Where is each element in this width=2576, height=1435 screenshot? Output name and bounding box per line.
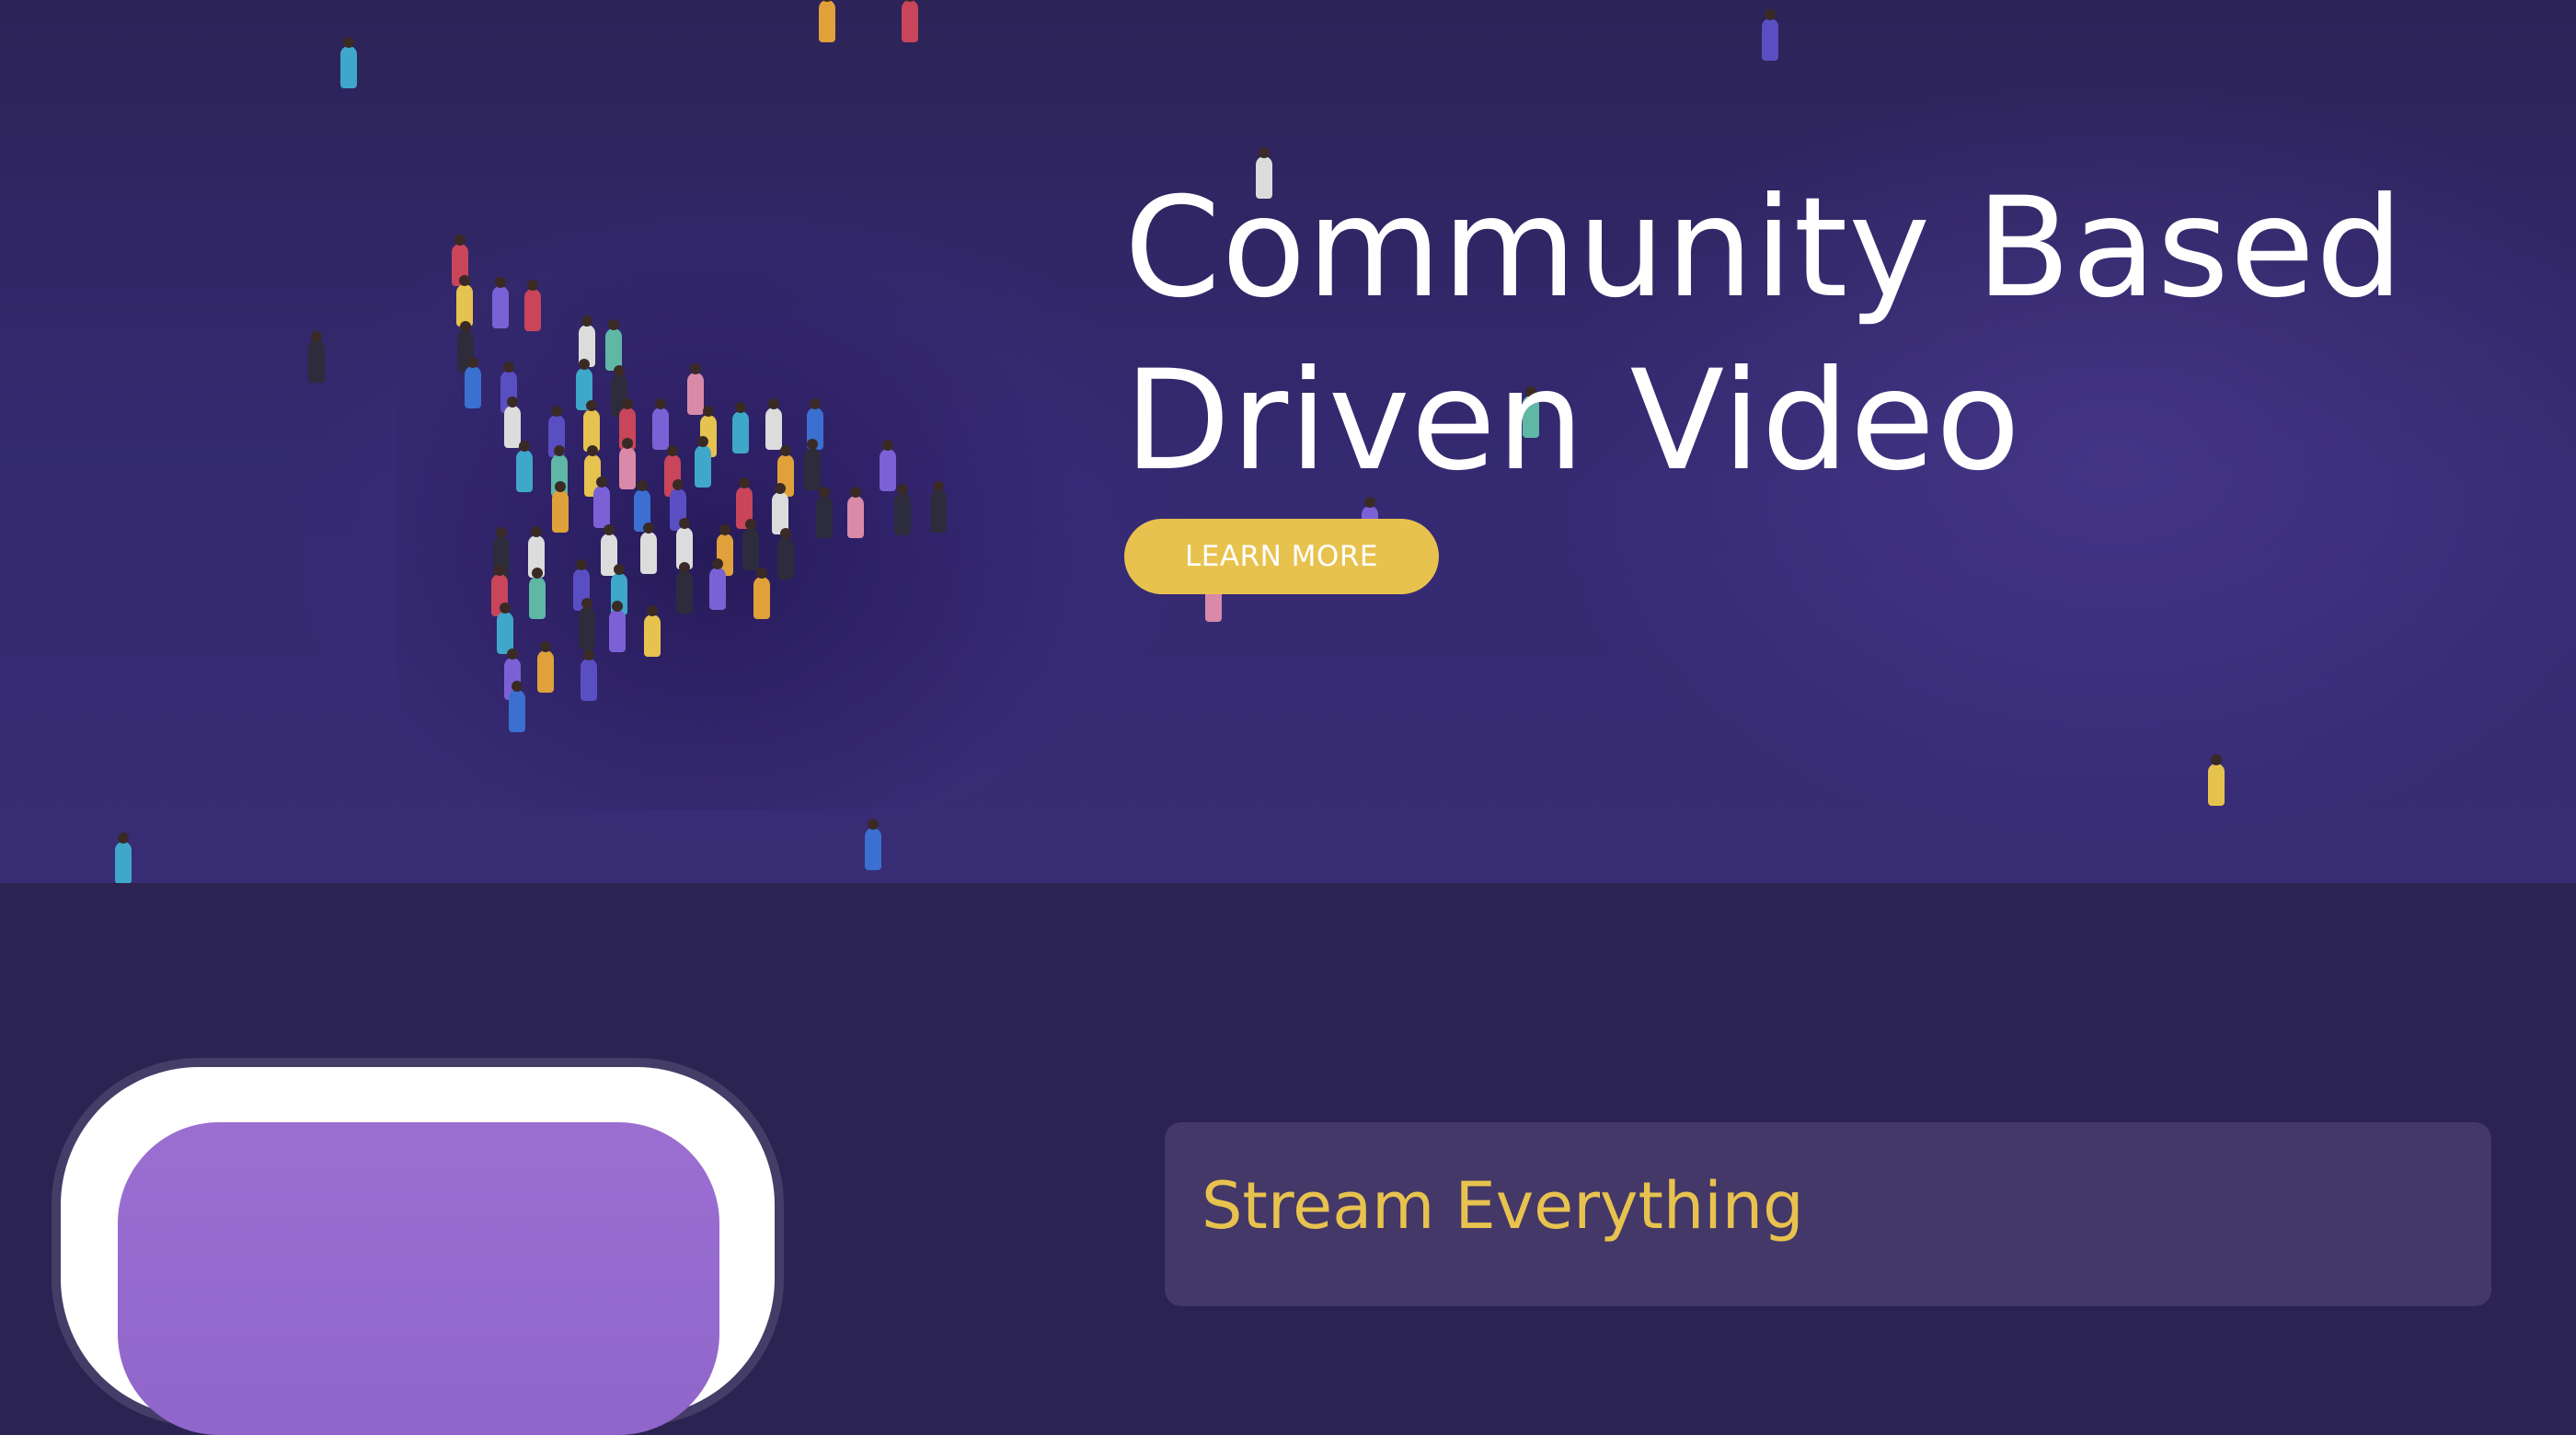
- crowd-person: [930, 480, 948, 533]
- crowd-person: [893, 484, 911, 536]
- hero-title-line2: Driven Video: [1124, 341, 2021, 501]
- device-mockup: [61, 1067, 775, 1435]
- crowd-person: [516, 441, 534, 493]
- crowd-person: [742, 519, 760, 571]
- crowd-person: [592, 476, 610, 529]
- scattered-person: [1762, 9, 1778, 61]
- scattered-person: [115, 832, 132, 883]
- crowd-person: [815, 486, 833, 538]
- crowd-person: [675, 561, 693, 614]
- hero-title-line1: Community Based: [1124, 168, 2405, 328]
- scattered-person: [2208, 754, 2225, 806]
- crowd-person: [709, 557, 727, 610]
- crowd-illustration: [396, 235, 1095, 809]
- crowd-person: [880, 439, 897, 491]
- crowd-person: [731, 401, 749, 453]
- crowd-person: [803, 439, 821, 491]
- learn-more-button[interactable]: LEARN MORE: [1124, 519, 1439, 594]
- crowd-person: [504, 396, 522, 448]
- crowd-person: [552, 480, 569, 533]
- scattered-person: [340, 37, 357, 88]
- crowd-person: [608, 600, 626, 652]
- crowd-person: [686, 363, 704, 416]
- hero-title: Community Based Driven Video: [1124, 162, 2541, 508]
- crowd-person: [846, 486, 864, 538]
- crowd-person: [509, 680, 526, 732]
- crowd-person: [524, 279, 542, 331]
- crowd-person: [529, 567, 546, 619]
- crowd-person: [464, 357, 481, 409]
- scattered-person: [902, 0, 918, 42]
- hero-section: Community Based Driven Video LEARN MORE: [0, 0, 2576, 883]
- crowd-person: [777, 527, 795, 580]
- scattered-person: [308, 331, 325, 383]
- crowd-person: [765, 397, 782, 450]
- device-screen: [118, 1122, 719, 1435]
- crowd-person: [578, 598, 595, 650]
- crowd-person: [619, 437, 637, 489]
- crowd-person: [639, 522, 657, 575]
- crowd-person: [497, 602, 514, 654]
- crowd-person: [537, 640, 555, 693]
- scattered-person: [819, 0, 835, 42]
- crowd-person: [644, 604, 661, 657]
- scattered-person: [865, 819, 881, 870]
- crowd-person: [753, 567, 770, 619]
- crowd-person: [651, 398, 669, 451]
- crowd-person: [695, 436, 712, 488]
- crowd-person: [491, 277, 509, 329]
- crowd-person: [581, 649, 598, 701]
